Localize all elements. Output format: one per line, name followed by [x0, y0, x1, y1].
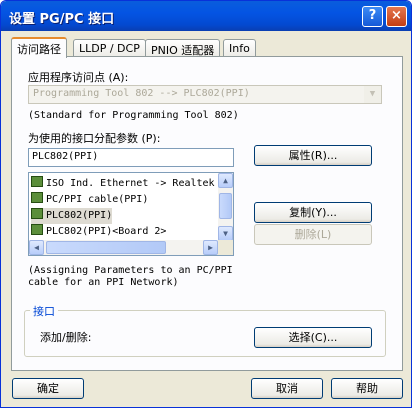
help-title-button[interactable]: ? [362, 6, 383, 27]
tab-access-path[interactable]: 访问路径 [11, 37, 67, 58]
list-item[interactable]: PLC802(PPI)<Board 2> [31, 224, 166, 240]
help-button[interactable]: 帮助 [331, 378, 403, 399]
window-title: 设置 PG/PC 接口 [9, 12, 115, 27]
list-item[interactable]: ISO Ind. Ethernet -> Realtek [31, 176, 215, 192]
tab-info[interactable]: Info [223, 39, 256, 57]
horizontal-scrollbar[interactable]: ◀ ▶ [29, 240, 218, 255]
title-bar[interactable]: 设置 PG/PC 接口 ? × [1, 1, 411, 31]
delete-button[interactable]: 删除(L) [254, 224, 372, 245]
select-button[interactable]: 选择(C)... [254, 327, 372, 348]
scroll-left-icon[interactable]: ◀ [29, 240, 44, 255]
dialog-window: 设置 PG/PC 接口 ? × 访问路径 LLDP / DCP PNIO 适配器… [0, 0, 412, 408]
close-button[interactable]: × [386, 6, 407, 27]
properties-button[interactable]: 属性(R)... [254, 145, 372, 166]
add-remove-label: 添加/删除: [40, 331, 92, 344]
interface-icon [31, 208, 43, 219]
tab-pnio-adapter[interactable]: PNIO 适配器 [145, 39, 221, 57]
chevron-down-icon[interactable]: ▼ [364, 86, 381, 103]
ok-button[interactable]: 确定 [12, 378, 84, 399]
interface-param-list[interactable]: ISO Ind. Ethernet -> Realtek PC/PPI cabl… [28, 172, 234, 256]
interface-param-label: 为使用的接口分配参数 (P): [28, 132, 161, 145]
interface-param-description: (Assigning Parameters to an PC/PPI cable… [28, 265, 233, 288]
access-point-description: (Standard for Programming Tool 802) [28, 110, 239, 121]
scroll-right-icon[interactable]: ▶ [203, 240, 218, 255]
copy-button[interactable]: 复制(Y)... [254, 202, 372, 223]
access-point-value: Programming Tool 802 --> PLC802(PPI) [33, 88, 250, 99]
tab-panel: 应用程序访问点 (A): Programming Tool 802 --> PL… [11, 56, 403, 371]
scroll-down-icon[interactable]: ▼ [218, 226, 233, 241]
access-point-combo[interactable]: Programming Tool 802 --> PLC802(PPI) ▼ [28, 85, 382, 104]
list-item[interactable]: PC/PPI cable(PPI) [31, 192, 148, 208]
interface-param-input[interactable]: PLC802(PPI) [28, 148, 234, 167]
access-point-label: 应用程序访问点 (A): [28, 71, 129, 84]
interface-icon [31, 224, 43, 235]
cancel-button[interactable]: 取消 [251, 378, 323, 399]
vertical-scroll-thumb[interactable] [219, 193, 232, 219]
horizontal-scroll-thumb[interactable] [46, 241, 166, 254]
list-item[interactable]: PLC802(PPI) [31, 208, 113, 224]
vertical-scrollbar[interactable]: ▲ ▼ [218, 173, 233, 241]
interface-icon [31, 176, 43, 187]
scroll-corner [218, 240, 233, 255]
interface-icon [31, 192, 43, 203]
interface-group-title: 接口 [30, 303, 58, 319]
tab-lldp-dcp[interactable]: LLDP / DCP [73, 39, 146, 57]
scroll-up-icon[interactable]: ▲ [218, 173, 233, 188]
